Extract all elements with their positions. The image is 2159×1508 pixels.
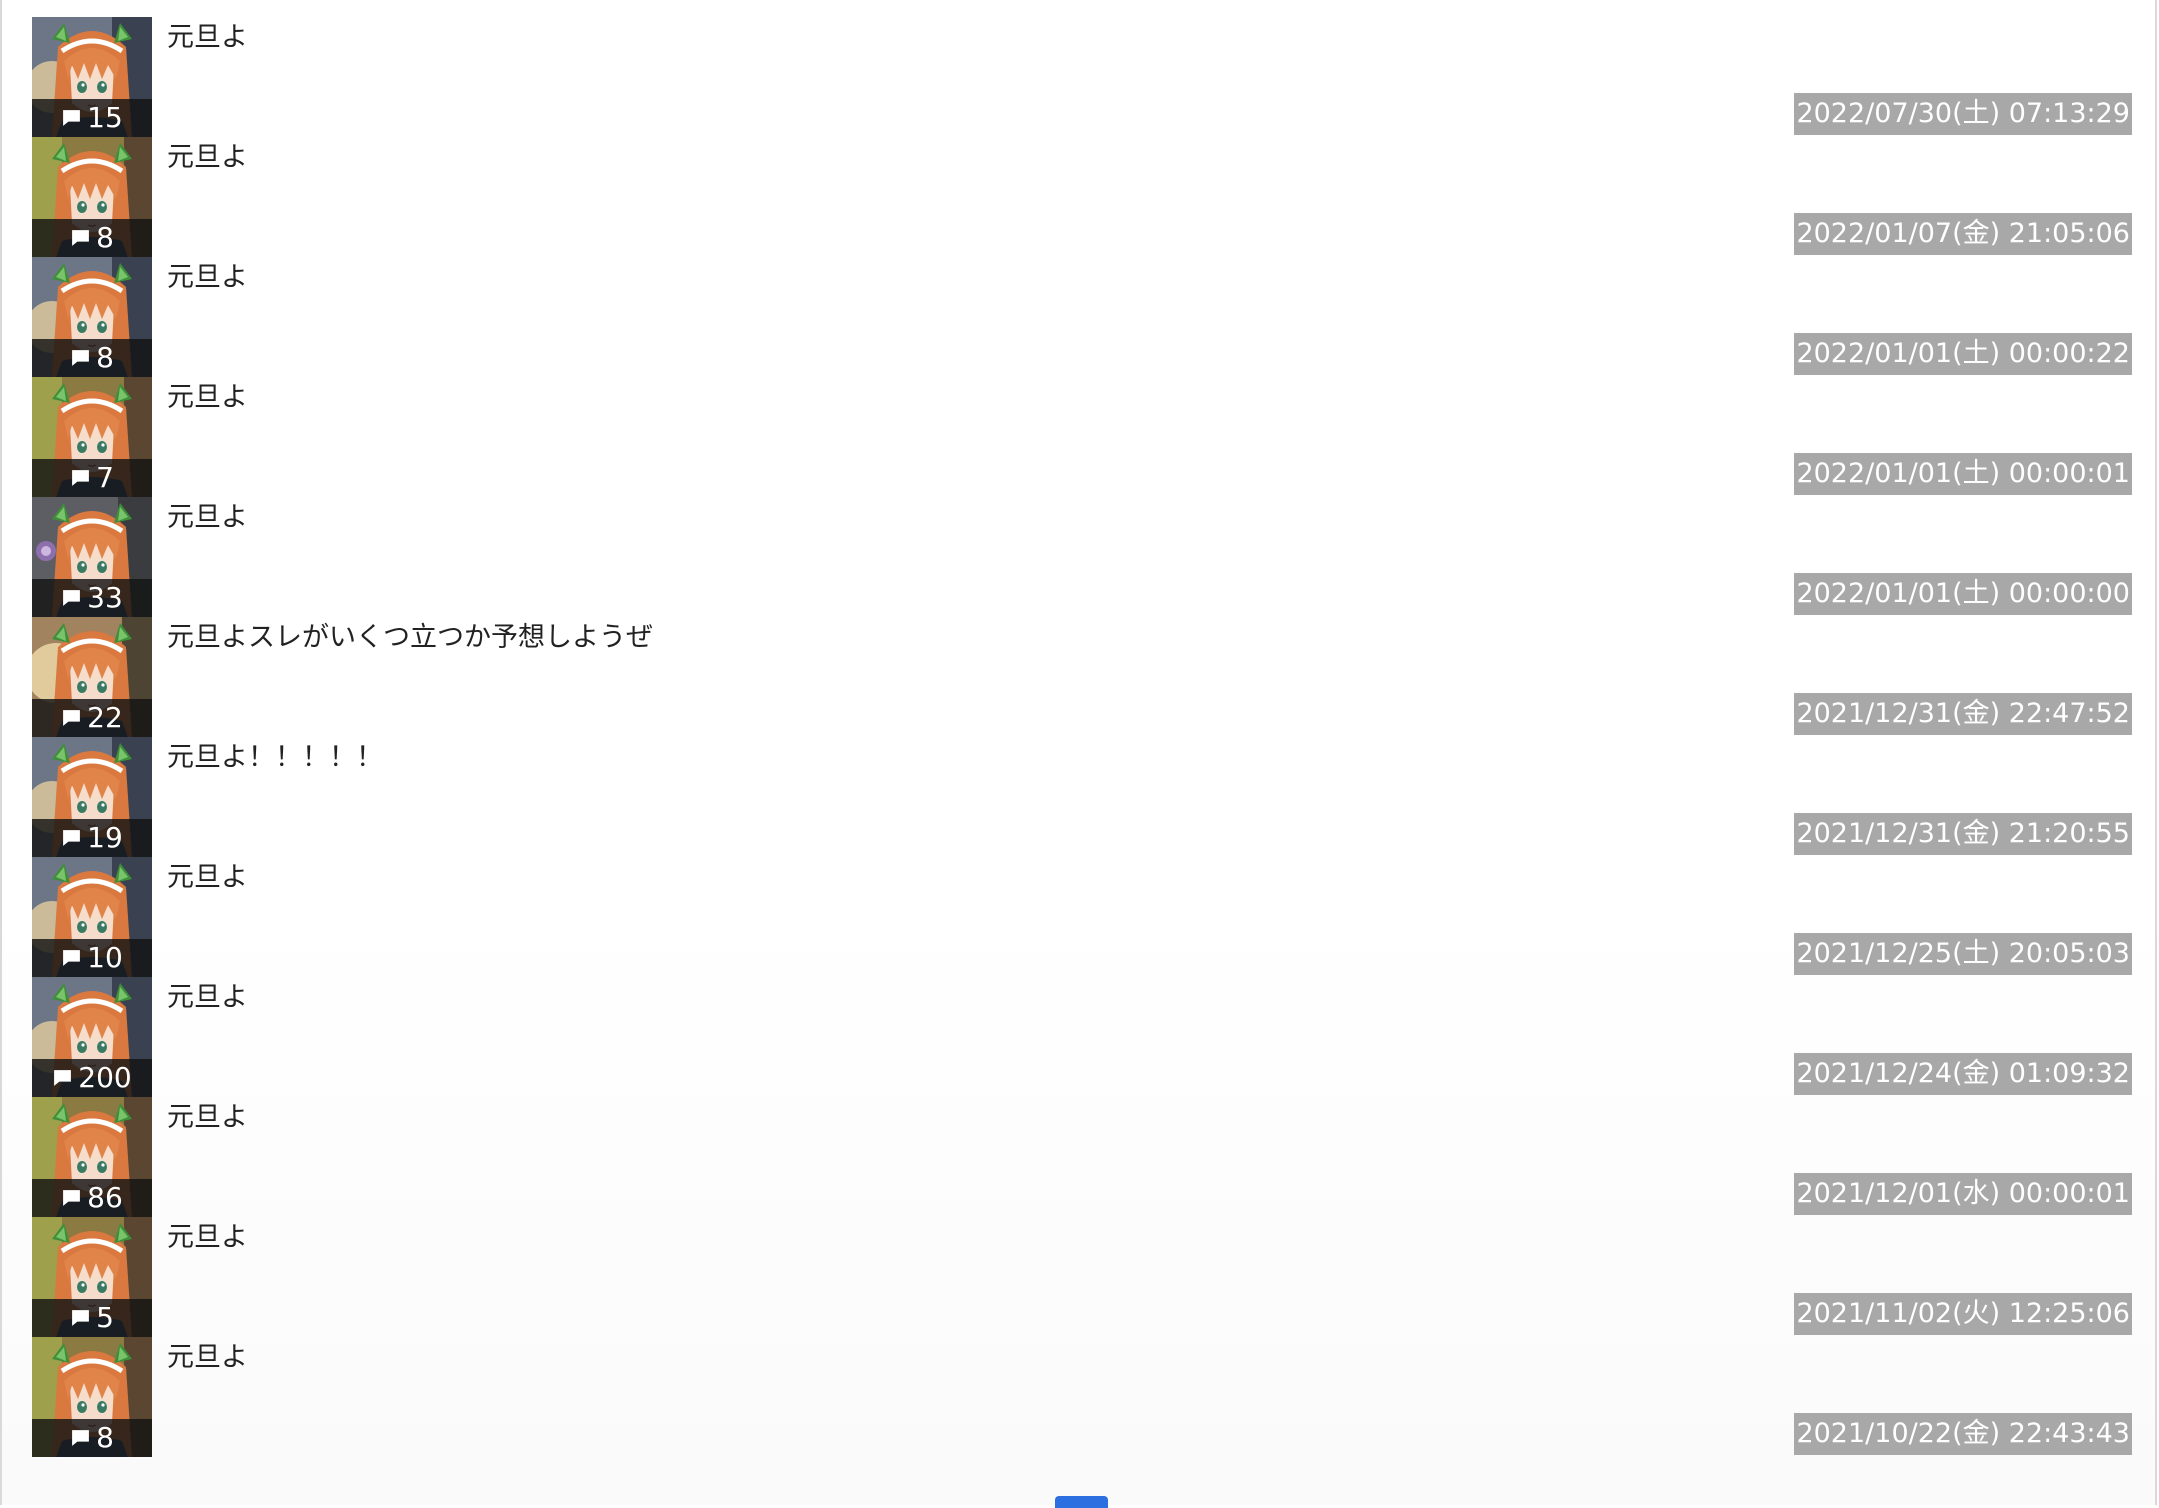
thread-thumbnail[interactable]: 7: [32, 377, 152, 497]
reply-count-badge: 33: [32, 579, 152, 617]
thread-date: 2022/01/07(金) 21:05:06: [1794, 213, 2132, 255]
page-frame: 15 元旦よ 2022/07/30(土) 07:13:29 8 元旦よ 2022…: [0, 0, 2157, 1508]
thread-date: 2021/12/31(金) 22:47:52: [1794, 693, 2132, 735]
thread-row: 10 元旦よ 2021/12/25(土) 20:05:03: [32, 857, 2132, 977]
thread-row: 19 元旦よ！！！！！ 2021/12/31(金) 21:20:55: [32, 737, 2132, 857]
thread-thumbnail[interactable]: 22: [32, 617, 152, 737]
thread-list: 15 元旦よ 2022/07/30(土) 07:13:29 8 元旦よ 2022…: [32, 17, 2132, 1457]
thread-title-link[interactable]: 元旦よ: [167, 21, 248, 55]
thread-title-link[interactable]: 元旦よ: [167, 1101, 248, 1135]
thread-thumbnail[interactable]: 86: [32, 1097, 152, 1217]
thread-row: 200 元旦よ 2021/12/24(金) 01:09:32: [32, 977, 2132, 1097]
reply-count-badge: 15: [32, 99, 152, 137]
reply-count: 7: [96, 461, 114, 494]
comment-icon: [70, 228, 91, 249]
thread-title-link[interactable]: 元旦よ: [167, 261, 248, 295]
reply-count-badge: 8: [32, 219, 152, 257]
reply-count-badge: 19: [32, 819, 152, 857]
thread-title-link[interactable]: 元旦よ！！！！！: [167, 741, 383, 775]
reply-count-badge: 8: [32, 1419, 152, 1457]
thread-date: 2021/12/31(金) 21:20:55: [1794, 813, 2132, 855]
reply-count: 200: [78, 1061, 132, 1094]
comment-icon: [70, 1308, 91, 1329]
thread-title-link[interactable]: 元旦よ: [167, 141, 248, 175]
thread-row: 7 元旦よ 2022/01/01(土) 00:00:01: [32, 377, 2132, 497]
thread-date: 2021/12/01(水) 00:00:01: [1794, 1173, 2132, 1215]
thread-title-link[interactable]: 元旦よ: [167, 1341, 248, 1375]
reply-count-badge: 22: [32, 699, 152, 737]
thread-row: 33 元旦よ 2022/01/01(土) 00:00:00: [32, 497, 2132, 617]
reply-count-badge: 200: [32, 1059, 152, 1097]
reply-count: 10: [87, 941, 123, 974]
thread-title-link[interactable]: 元旦よスレがいくつ立つか予想しようぜ: [167, 621, 653, 655]
thread-thumbnail[interactable]: 200: [32, 977, 152, 1097]
thread-title-link[interactable]: 元旦よ: [167, 861, 248, 895]
comment-icon: [52, 1068, 73, 1089]
reply-count: 8: [96, 341, 114, 374]
reply-count-badge: 8: [32, 339, 152, 377]
thread-date: 2021/10/22(金) 22:43:43: [1794, 1413, 2132, 1455]
reply-count: 8: [96, 1421, 114, 1454]
reply-count-badge: 5: [32, 1299, 152, 1337]
comment-icon: [61, 708, 82, 729]
thread-title-link[interactable]: 元旦よ: [167, 381, 248, 415]
reply-count: 15: [87, 101, 123, 134]
comment-icon: [61, 948, 82, 969]
thread-row: 15 元旦よ 2022/07/30(土) 07:13:29: [32, 17, 2132, 137]
thread-date: 2022/07/30(土) 07:13:29: [1794, 93, 2132, 135]
comment-icon: [70, 348, 91, 369]
thread-thumbnail[interactable]: 33: [32, 497, 152, 617]
comment-icon: [70, 1428, 91, 1449]
pagination-current-page[interactable]: [1055, 1496, 1108, 1508]
comment-icon: [61, 588, 82, 609]
thread-title-link[interactable]: 元旦よ: [167, 1221, 248, 1255]
thread-date: 2022/01/01(土) 00:00:01: [1794, 453, 2132, 495]
thread-row: 22 元旦よスレがいくつ立つか予想しようぜ 2021/12/31(金) 22:4…: [32, 617, 2132, 737]
thread-thumbnail[interactable]: 10: [32, 857, 152, 977]
reply-count: 22: [87, 701, 123, 734]
thread-thumbnail[interactable]: 8: [32, 137, 152, 257]
reply-count: 8: [96, 221, 114, 254]
thread-thumbnail[interactable]: 8: [32, 257, 152, 377]
reply-count-badge: 7: [32, 459, 152, 497]
comment-icon: [61, 828, 82, 849]
comment-icon: [70, 468, 91, 489]
thread-row: 8 元旦よ 2022/01/01(土) 00:00:22: [32, 257, 2132, 377]
thread-title-link[interactable]: 元旦よ: [167, 981, 248, 1015]
thread-date: 2021/11/02(火) 12:25:06: [1794, 1293, 2132, 1335]
reply-count: 5: [96, 1301, 114, 1334]
thread-row: 5 元旦よ 2021/11/02(火) 12:25:06: [32, 1217, 2132, 1337]
thread-thumbnail[interactable]: 8: [32, 1337, 152, 1457]
thread-thumbnail[interactable]: 15: [32, 17, 152, 137]
thread-row: 8 元旦よ 2021/10/22(金) 22:43:43: [32, 1337, 2132, 1457]
thread-date: 2021/12/25(土) 20:05:03: [1794, 933, 2132, 975]
thread-title-link[interactable]: 元旦よ: [167, 501, 248, 535]
reply-count: 33: [87, 581, 123, 614]
comment-icon: [61, 108, 82, 129]
comment-icon: [61, 1188, 82, 1209]
thread-date: 2022/01/01(土) 00:00:22: [1794, 333, 2132, 375]
reply-count: 86: [87, 1181, 123, 1214]
thread-thumbnail[interactable]: 5: [32, 1217, 152, 1337]
reply-count-badge: 86: [32, 1179, 152, 1217]
thread-row: 86 元旦よ 2021/12/01(水) 00:00:01: [32, 1097, 2132, 1217]
thread-date: 2022/01/01(土) 00:00:00: [1794, 573, 2132, 615]
thread-thumbnail[interactable]: 19: [32, 737, 152, 857]
reply-count-badge: 10: [32, 939, 152, 977]
thread-date: 2021/12/24(金) 01:09:32: [1794, 1053, 2132, 1095]
reply-count: 19: [87, 821, 123, 854]
thread-row: 8 元旦よ 2022/01/07(金) 21:05:06: [32, 137, 2132, 257]
